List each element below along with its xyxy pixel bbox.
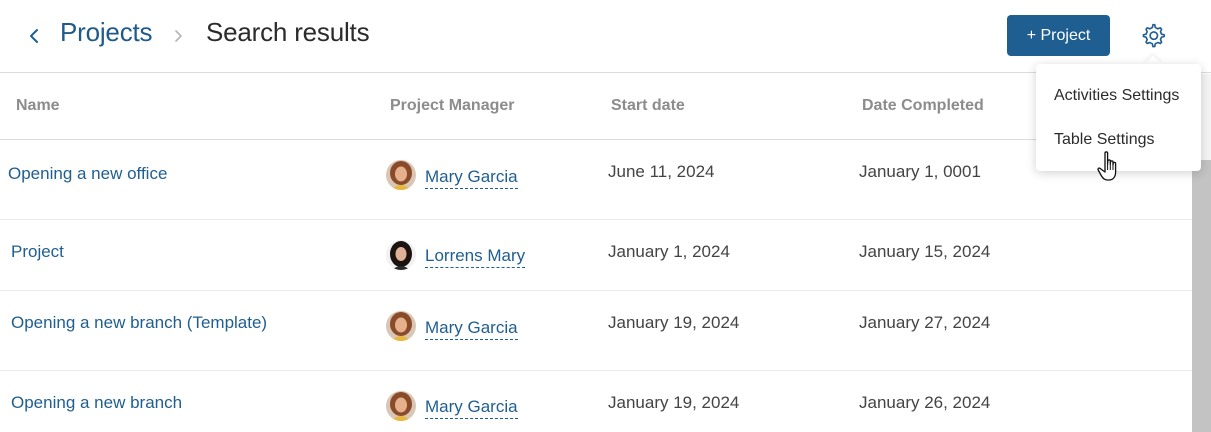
row-divider <box>0 219 1192 220</box>
top-bar: Projects Search results + Project <box>0 0 1211 73</box>
manager-name-link[interactable]: Lorrens Mary <box>425 246 526 268</box>
header-divider <box>0 139 1192 140</box>
date-completed: January 15, 2024 <box>859 242 991 261</box>
project-name-link[interactable]: Project <box>11 242 64 262</box>
chevron-right-icon <box>175 30 182 42</box>
column-header-manager[interactable]: Project Manager <box>390 97 514 115</box>
menu-item-activities-settings[interactable]: Activities Settings <box>1054 87 1179 105</box>
start-date: January 19, 2024 <box>608 393 740 412</box>
hand-pointer-icon <box>1097 151 1117 181</box>
gear-icon[interactable] <box>1140 22 1166 48</box>
avatar <box>386 311 416 341</box>
project-name-link[interactable]: Opening a new branch <box>11 393 182 413</box>
start-date: January 19, 2024 <box>608 313 740 332</box>
avatar <box>386 391 416 421</box>
manager-name-link[interactable]: Mary Garcia <box>425 318 518 340</box>
add-project-button[interactable]: + Project <box>1007 15 1110 56</box>
start-date: June 11, 2024 <box>608 162 715 181</box>
project-name-link[interactable]: Opening a new office <box>8 164 167 184</box>
manager-name-link[interactable]: Mary Garcia <box>425 397 518 419</box>
row-divider <box>0 290 1192 291</box>
date-completed: January 27, 2024 <box>859 313 991 332</box>
start-date: January 1, 2024 <box>608 242 730 261</box>
project-name-link[interactable]: Opening a new branch (Template) <box>11 313 267 333</box>
chevron-left-icon[interactable] <box>24 25 44 47</box>
column-header-date-completed[interactable]: Date Completed <box>862 97 984 115</box>
date-completed: January 26, 2024 <box>859 393 991 412</box>
avatar <box>386 160 416 190</box>
row-divider <box>0 370 1192 371</box>
manager-name-link[interactable]: Mary Garcia <box>425 167 518 189</box>
column-header-name[interactable]: Name <box>16 97 60 115</box>
scrollbar-thumb[interactable] <box>1192 160 1211 432</box>
column-header-start-date[interactable]: Start date <box>611 97 685 115</box>
page: Projects Search results + Project Name P… <box>0 0 1211 432</box>
page-title: Search results <box>206 17 370 47</box>
breadcrumb-projects[interactable]: Projects <box>60 17 153 48</box>
date-completed: January 1, 0001 <box>859 162 981 181</box>
avatar <box>386 240 416 270</box>
menu-item-table-settings[interactable]: Table Settings <box>1054 131 1155 149</box>
